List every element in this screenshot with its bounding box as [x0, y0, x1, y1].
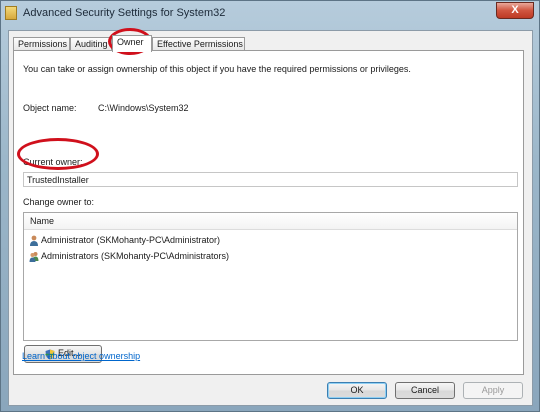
current-owner-value: TrustedInstaller	[27, 175, 89, 185]
user-icon	[30, 235, 38, 246]
owner-list[interactable]: Name Administrator (SKMohanty-PC\Adminis…	[23, 212, 518, 341]
dialog-window: Advanced Security Settings for System32 …	[0, 0, 540, 412]
group-icon	[29, 252, 39, 262]
object-name-value: C:\Windows\System32	[98, 103, 189, 113]
intro-text: You can take or assign ownership of this…	[23, 64, 411, 74]
dialog-body: Permissions Auditing Owner Effective Per…	[8, 30, 533, 406]
tab-effective-permissions[interactable]: Effective Permissions	[152, 37, 245, 51]
ok-button[interactable]: OK	[327, 382, 387, 399]
current-owner-field: TrustedInstaller	[23, 172, 518, 187]
title-bar[interactable]: Advanced Security Settings for System32 …	[1, 1, 540, 27]
folder-icon	[5, 6, 17, 20]
current-owner-label: Current owner:	[23, 157, 83, 167]
list-item-label: Administrator (SKMohanty-PC\Administrato…	[41, 235, 221, 245]
tab-owner[interactable]: Owner	[112, 35, 152, 52]
change-owner-label: Change owner to:	[23, 197, 95, 207]
object-name-label: Object name:	[23, 103, 77, 113]
close-button[interactable]: X	[496, 2, 534, 19]
list-item[interactable]: Administrator (SKMohanty-PC\Administrato…	[26, 234, 506, 248]
list-item-label: Administrators (SKMohanty-PC\Administrat…	[41, 251, 230, 261]
learn-ownership-link[interactable]: Learn about object ownership	[22, 351, 140, 361]
apply-button[interactable]: Apply	[463, 382, 523, 399]
tab-permissions[interactable]: Permissions	[13, 37, 70, 51]
list-item[interactable]: Administrators (SKMohanty-PC\Administrat…	[26, 250, 506, 264]
list-header-name[interactable]: Name	[24, 213, 517, 230]
cancel-button[interactable]: Cancel	[395, 382, 455, 399]
tab-auditing[interactable]: Auditing	[70, 37, 112, 51]
owner-tab-panel: You can take or assign ownership of this…	[13, 50, 524, 375]
list-header-label: Name	[30, 216, 55, 226]
window-title: Advanced Security Settings for System32	[23, 7, 226, 19]
